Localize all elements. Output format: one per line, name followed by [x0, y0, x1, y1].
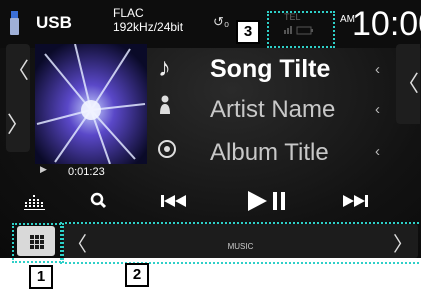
- play-pause-icon[interactable]: [245, 186, 291, 216]
- elapsed-time: 0:01:23: [68, 166, 105, 178]
- previous-track-icon[interactable]: [158, 186, 192, 216]
- audio-format: FLAC 192kHz/24bit: [113, 6, 183, 34]
- album-title-chevron-icon[interactable]: ‹: [375, 143, 380, 160]
- callout-number-3: 3: [236, 20, 260, 44]
- clock: 10:00: [352, 5, 421, 43]
- source-label[interactable]: USB: [36, 13, 72, 33]
- music-note-icon: ♪: [158, 52, 171, 82]
- media-player-screen: USB FLAC 192kHz/24bit ↺₀ TEL AM 10:00: [0, 0, 421, 258]
- right-panel-button[interactable]: 〈: [396, 44, 420, 124]
- left-nav-down-button[interactable]: 〉: [6, 100, 30, 150]
- callout-number-2: 2: [125, 263, 149, 287]
- repeat-icon: ↺₀: [213, 14, 230, 29]
- artist-name-chevron-icon[interactable]: ‹: [375, 101, 380, 118]
- callout-box-3: [267, 11, 335, 48]
- artist-icon: [160, 95, 170, 114]
- album-art: [35, 44, 147, 164]
- callout-box-2: [60, 222, 421, 264]
- format-codec: FLAC: [113, 6, 144, 20]
- artist-name[interactable]: Artist Name: [210, 96, 335, 124]
- left-nav-up-button[interactable]: 〈: [6, 46, 30, 96]
- search-icon[interactable]: [88, 186, 110, 216]
- play-status-icon: ▶: [40, 164, 47, 174]
- song-title-chevron-icon[interactable]: ‹: [375, 61, 380, 78]
- next-track-icon[interactable]: [340, 186, 376, 216]
- song-title[interactable]: Song Tilte: [210, 55, 330, 84]
- equalizer-icon[interactable]: [22, 186, 50, 216]
- album-title[interactable]: Album Title: [210, 139, 329, 167]
- callout-number-1: 1: [29, 265, 53, 289]
- callout-box-1: [12, 223, 64, 263]
- album-disc-icon: [158, 140, 176, 158]
- format-bitrate: 192kHz/24bit: [113, 20, 184, 34]
- left-nav-panel: 〈 〉: [6, 44, 30, 152]
- status-bar: USB FLAC 192kHz/24bit ↺₀ TEL AM 10:00: [0, 0, 421, 48]
- usb-icon: [10, 11, 19, 35]
